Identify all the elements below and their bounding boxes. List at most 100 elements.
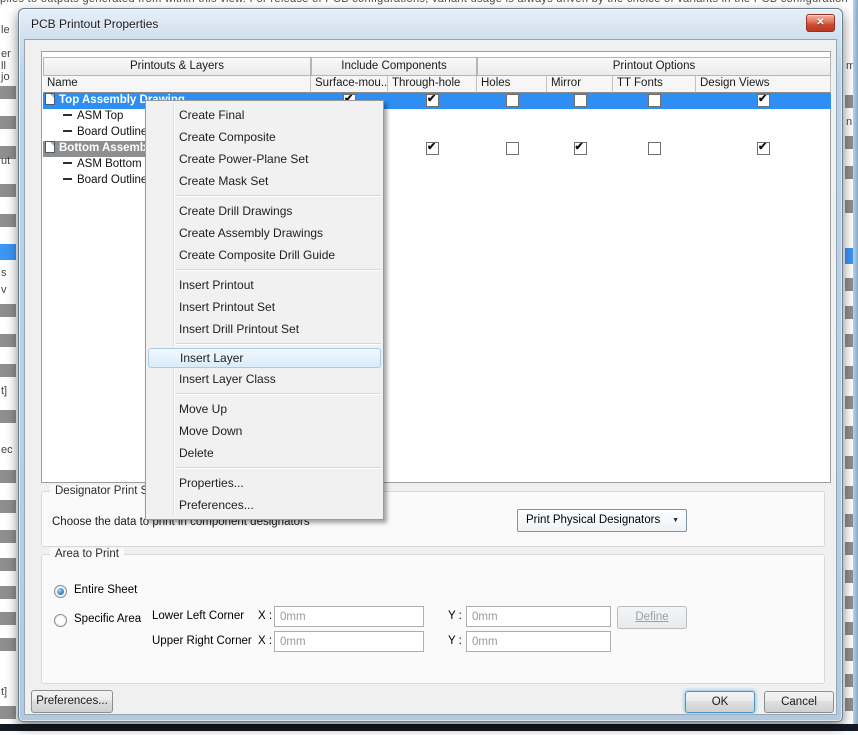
y-label: Y : xyxy=(448,610,462,622)
background-block xyxy=(0,364,16,377)
y-label: Y : xyxy=(448,635,462,647)
cancel-button[interactable]: Cancel xyxy=(764,691,834,713)
menu-separator xyxy=(176,343,381,345)
background-text-fragment: ut xyxy=(1,155,10,167)
menu-item-insert-printout[interactable]: Insert Printout xyxy=(146,274,383,296)
background-block xyxy=(0,86,16,99)
area-group-legend: Area to Print xyxy=(50,548,124,560)
menu-item-create-composite-drill-guide[interactable]: Create Composite Drill Guide xyxy=(146,244,383,266)
menu-item-properties[interactable]: Properties... xyxy=(146,472,383,494)
context-menu: Create FinalCreate CompositeCreate Power… xyxy=(145,100,384,520)
background-block xyxy=(0,638,16,651)
background-block xyxy=(0,706,16,719)
background-block xyxy=(0,116,16,129)
upper-right-corner-label: Upper Right Corner xyxy=(152,635,252,647)
menu-item-move-down[interactable]: Move Down xyxy=(146,420,383,442)
background-text-fragment: t] xyxy=(1,686,7,698)
menu-item-delete[interactable]: Delete xyxy=(146,442,383,464)
group-header-row: Printouts & LayersInclude ComponentsPrin… xyxy=(43,57,831,76)
background-text-fragment: ec xyxy=(1,444,13,456)
menu-item-create-power-plane-set[interactable]: Create Power-Plane Set xyxy=(146,148,383,170)
column-header: Holes xyxy=(477,76,547,93)
background-block xyxy=(0,184,16,197)
pcb-printout-properties-dialog: PCB Printout Properties ✕ Printouts & La… xyxy=(18,8,843,722)
background-block xyxy=(0,470,16,483)
column-header: Through-hole xyxy=(388,76,477,93)
layer-dash-icon xyxy=(63,114,72,116)
upper-right-y-input[interactable] xyxy=(466,631,611,652)
menu-separator xyxy=(176,467,381,469)
menu-item-insert-printout-set[interactable]: Insert Printout Set xyxy=(146,296,383,318)
table-group-header: Printouts & Layers xyxy=(43,57,311,76)
specific-area-radio[interactable] xyxy=(54,614,67,627)
background-scroll-strip xyxy=(853,0,858,728)
menu-item-create-final[interactable]: Create Final xyxy=(146,104,383,126)
menu-item-insert-layer-class[interactable]: Insert Layer Class xyxy=(146,368,383,390)
background-text-fragment: n xyxy=(846,116,852,128)
checkbox-mirror[interactable] xyxy=(574,94,587,107)
checkbox-design-views[interactable]: ✔ xyxy=(757,142,770,155)
layer-dash-icon xyxy=(63,178,72,180)
layer-dash-icon xyxy=(63,130,72,132)
background-text-fragment: t] xyxy=(1,385,7,397)
area-to-print-group: Area to Print Entire Sheet Specific Area… xyxy=(41,554,825,684)
lower-left-y-input[interactable] xyxy=(466,606,611,627)
checkbox-through-hole[interactable]: ✔ xyxy=(426,94,439,107)
background-bottom-band xyxy=(0,724,858,731)
background-block xyxy=(0,410,16,423)
menu-separator xyxy=(176,195,381,197)
page-icon xyxy=(45,93,55,105)
checkbox-tt-fonts[interactable] xyxy=(648,94,661,107)
background-text-fragment: v xyxy=(1,284,7,296)
x-label: X : xyxy=(258,610,272,622)
lower-left-corner-label: Lower Left Corner xyxy=(152,610,244,622)
menu-item-create-composite[interactable]: Create Composite xyxy=(146,126,383,148)
close-icon[interactable]: ✕ xyxy=(806,14,835,32)
layer-dash-icon xyxy=(63,162,72,164)
background-text-fragment: jo xyxy=(1,71,10,83)
background-block xyxy=(0,214,16,227)
checkbox-mirror[interactable]: ✔ xyxy=(574,142,587,155)
menu-item-insert-drill-printout-set[interactable]: Insert Drill Printout Set xyxy=(146,318,383,340)
ok-button[interactable]: OK xyxy=(685,691,755,713)
menu-item-create-assembly-drawings[interactable]: Create Assembly Drawings xyxy=(146,222,383,244)
column-header-row: NameSurface-mou...Through-holeHolesMirro… xyxy=(43,76,831,93)
background-block xyxy=(0,586,16,599)
lower-left-x-input[interactable] xyxy=(274,606,424,627)
menu-item-move-up[interactable]: Move Up xyxy=(146,398,383,420)
checkbox-tt-fonts[interactable] xyxy=(648,142,661,155)
checkbox-holes[interactable] xyxy=(506,94,519,107)
menu-separator xyxy=(176,393,381,395)
designator-dropdown-value: Print Physical Designators xyxy=(526,514,660,526)
checkbox-through-hole[interactable]: ✔ xyxy=(426,142,439,155)
background-text-line: plies to outputs generated from within t… xyxy=(0,0,858,5)
column-header: Surface-mou... xyxy=(311,76,388,93)
menu-separator xyxy=(176,269,381,271)
menu-item-create-drill-drawings[interactable]: Create Drill Drawings xyxy=(146,200,383,222)
table-group-header: Printout Options xyxy=(477,57,831,76)
preferences-button[interactable]: Preferences... xyxy=(31,690,113,713)
menu-item-insert-layer[interactable]: Insert Layer xyxy=(148,348,381,368)
designator-dropdown[interactable]: Print Physical Designators ▼ xyxy=(517,509,687,532)
entire-sheet-label: Entire Sheet xyxy=(74,584,137,596)
specific-area-label: Specific Area xyxy=(74,613,141,625)
dialog-title: PCB Printout Properties xyxy=(31,17,158,31)
page-icon xyxy=(45,141,55,153)
checkbox-holes[interactable] xyxy=(506,142,519,155)
background-block xyxy=(0,304,16,317)
column-header: Name xyxy=(43,76,311,93)
column-header: Mirror xyxy=(547,76,613,93)
background-block xyxy=(0,334,16,347)
menu-item-create-mask-set[interactable]: Create Mask Set xyxy=(146,170,383,192)
menu-item-preferences[interactable]: Preferences... xyxy=(146,494,383,516)
table-group-header: Include Components xyxy=(311,57,477,76)
upper-right-x-input[interactable] xyxy=(274,631,424,652)
background-block xyxy=(0,500,16,513)
define-button[interactable]: Define xyxy=(617,606,687,629)
x-label: X : xyxy=(258,635,272,647)
checkbox-design-views[interactable]: ✔ xyxy=(757,94,770,107)
column-header: TT Fonts xyxy=(613,76,696,93)
background-block xyxy=(0,558,16,571)
entire-sheet-radio[interactable] xyxy=(54,585,67,598)
column-header: Design Views xyxy=(696,76,831,93)
